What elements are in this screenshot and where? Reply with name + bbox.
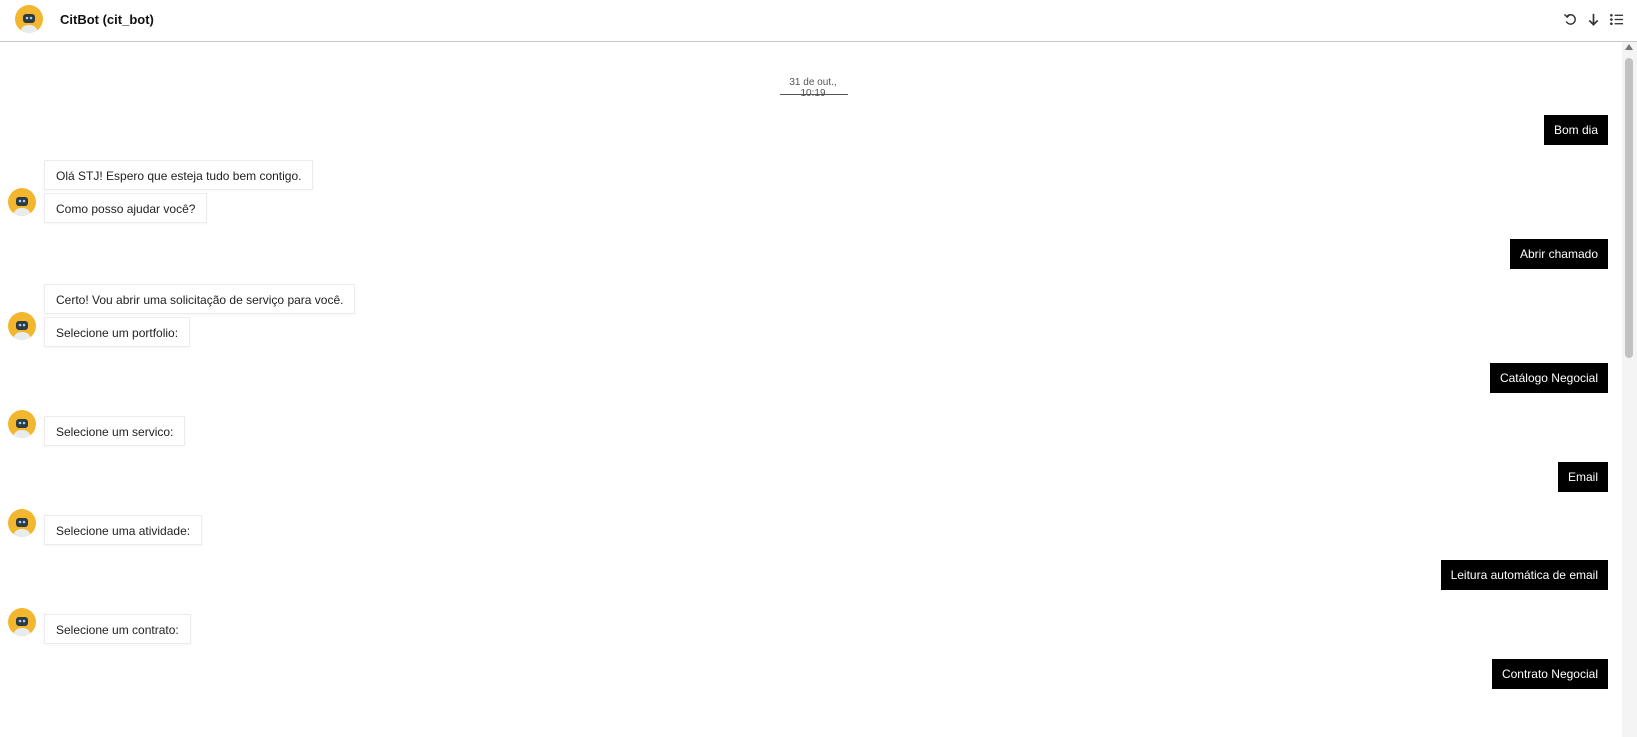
chat-window[interactable]: 31 de out., 10:19 Bom dia Olá STJ! Esper…: [0, 42, 1622, 737]
user-message: Catálogo Negocial: [1489, 363, 1608, 393]
list-icon[interactable]: [1608, 11, 1625, 28]
bot-message: Certo! Vou abrir uma solicitação de serv…: [44, 284, 356, 314]
header-actions: [1562, 11, 1625, 28]
bot-message: Selecione um servico:: [44, 416, 186, 446]
user-message: Leitura automática de email: [1440, 560, 1608, 590]
robot-icon: [13, 197, 31, 216]
scroll-up-icon[interactable]: [1625, 44, 1633, 50]
robot-icon: [13, 321, 31, 340]
chat-title: CitBot (cit_bot): [60, 12, 154, 27]
date-divider: [780, 94, 848, 95]
bot-avatar: [8, 509, 36, 537]
chat-scrollbar[interactable]: [1622, 42, 1637, 737]
bot-avatar: [8, 608, 36, 636]
robot-icon: [20, 14, 38, 33]
robot-icon: [13, 617, 31, 636]
robot-icon: [13, 419, 31, 438]
undo-icon[interactable]: [1562, 11, 1579, 28]
bot-message: Como posso ajudar você?: [44, 193, 208, 223]
user-message: Abrir chamado: [1509, 239, 1608, 269]
bot-message: Selecione um contrato:: [44, 614, 191, 644]
robot-icon: [13, 518, 31, 537]
bot-avatar: [8, 312, 36, 340]
bot-message: Selecione um portfolio:: [44, 317, 191, 347]
scrollbar-thumb[interactable]: [1625, 58, 1633, 358]
chat-header: CitBot (cit_bot): [0, 0, 1637, 42]
arrow-down-icon[interactable]: [1585, 11, 1602, 28]
bot-message: Olá STJ! Espero que esteja tudo bem cont…: [44, 160, 314, 190]
user-message: Contrato Negocial: [1491, 659, 1608, 689]
user-message: Email: [1557, 462, 1608, 492]
bot-avatar: [8, 188, 36, 216]
bot-avatar: [15, 5, 43, 33]
message-date: 31 de out., 10:19: [789, 77, 837, 99]
user-message: Bom dia: [1543, 115, 1608, 145]
bot-avatar: [8, 410, 36, 438]
bot-message: Selecione uma atividade:: [44, 515, 203, 545]
